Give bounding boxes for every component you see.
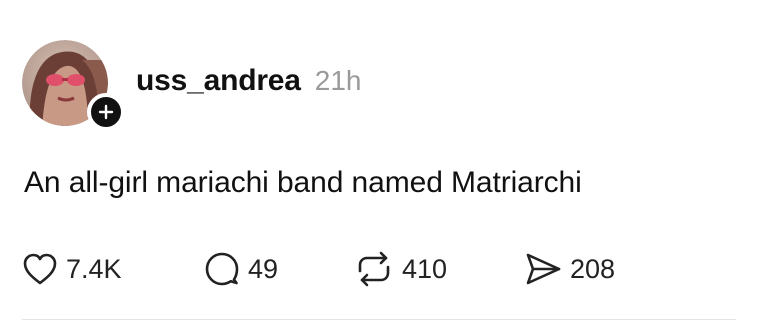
timestamp: 21h: [314, 65, 362, 96]
repost-arrows-icon: [358, 251, 390, 287]
follow-button[interactable]: [87, 93, 125, 131]
reply-button[interactable]: 49: [204, 247, 278, 291]
reply-count: 49: [248, 253, 279, 284]
repost-button[interactable]: 410: [354, 247, 447, 291]
plus-icon: [98, 104, 114, 120]
avatar-container: [22, 40, 125, 131]
like-count: 7.4K: [66, 253, 122, 284]
action-bar: 7.4K 49 410 208: [22, 247, 742, 291]
send-icon: [526, 253, 561, 285]
like-button[interactable]: 7.4K: [22, 247, 122, 291]
share-button[interactable]: 208: [524, 247, 615, 291]
thread-post: uss_andrea 21h An all-girl mariachi band…: [0, 0, 758, 322]
speech-bubble-icon: [205, 252, 239, 286]
repost-count: 410: [402, 253, 448, 284]
heart-icon: [23, 253, 57, 285]
post-header: uss_andrea 21h: [136, 64, 361, 98]
username[interactable]: uss_andrea: [136, 64, 301, 98]
post-text: An all-girl mariachi band named Matriarc…: [24, 166, 582, 199]
divider: [22, 319, 736, 320]
share-count: 208: [570, 253, 616, 284]
